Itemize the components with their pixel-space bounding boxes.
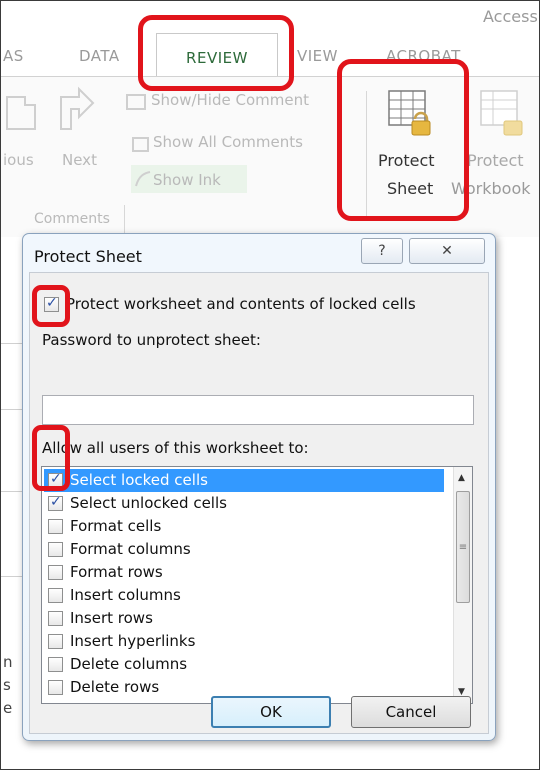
show-hide-comment-button[interactable]: Show/Hide Comment — [151, 91, 309, 109]
protect-worksheet-label[interactable]: Protect worksheet and contents of locked… — [66, 295, 416, 313]
permission-label: Select unlocked cells — [70, 494, 227, 512]
permission-label: Insert columns — [70, 586, 181, 604]
close-button[interactable]: ✕ — [409, 238, 485, 264]
cancel-button[interactable]: Cancel — [351, 696, 471, 728]
permission-label: Select locked cells — [70, 471, 208, 489]
tab-review[interactable]: REVIEW — [156, 33, 278, 77]
protect-workbook-icon[interactable] — [479, 87, 527, 137]
dialog-title: Protect Sheet — [34, 247, 142, 266]
group-separator — [124, 205, 125, 233]
row-gridline — [1, 491, 23, 492]
tab-acrobat[interactable]: ACROBAT — [386, 47, 461, 65]
list-item[interactable]: Insert rows — [44, 607, 444, 630]
protect-workbook-label-line2[interactable]: Workbook — [451, 179, 531, 198]
permission-label: Format cells — [70, 517, 162, 535]
list-item[interactable]: Delete columns — [44, 653, 444, 676]
permission-checkbox[interactable] — [48, 611, 63, 626]
permission-checkbox[interactable] — [48, 494, 63, 511]
list-item[interactable]: Select locked cells — [44, 469, 444, 492]
permission-label: Delete columns — [70, 655, 188, 673]
permission-label: Format rows — [70, 563, 163, 581]
show-all-comments-button[interactable]: Show All Comments — [153, 133, 303, 151]
sheet-fragment: e — [3, 699, 13, 717]
protect-sheet-label-line2[interactable]: Sheet — [387, 179, 433, 198]
permission-checkbox[interactable] — [48, 565, 63, 580]
sheet-fragment: n — [3, 653, 13, 671]
next-comment-icon[interactable] — [57, 85, 97, 131]
permission-checkbox[interactable] — [48, 542, 63, 557]
list-item[interactable]: Format columns — [44, 538, 444, 561]
permission-checkbox[interactable] — [48, 471, 63, 488]
permission-checkbox[interactable] — [48, 634, 63, 649]
group-separator — [366, 91, 367, 221]
tab-view[interactable]: VIEW — [297, 47, 338, 65]
list-item[interactable]: Insert hyperlinks — [44, 630, 444, 653]
next-comment-label[interactable]: Next — [62, 151, 97, 169]
permission-checkbox[interactable] — [48, 680, 63, 695]
permission-label: Delete rows — [70, 678, 160, 696]
protect-worksheet-checkbox[interactable] — [44, 295, 59, 312]
password-input[interactable] — [42, 395, 474, 425]
scroll-up-arrow-icon[interactable]: ▲ — [458, 473, 465, 483]
help-button[interactable]: ? — [361, 238, 403, 264]
row-gridline — [1, 576, 23, 577]
show-all-comments-icon — [132, 137, 149, 152]
list-scrollbar[interactable]: ▲ ≡ ▼ — [453, 467, 472, 703]
permission-label: Insert rows — [70, 609, 153, 627]
screenshot-frame: Access AS DATA REVIEW VIEW ACROBAT ious … — [0, 0, 540, 770]
dialog-content: Protect worksheet and contents of locked… — [29, 272, 489, 734]
list-item[interactable]: Insert columns — [44, 584, 444, 607]
list-item[interactable]: Format cells — [44, 515, 444, 538]
protect-sheet-label-line1[interactable]: Protect — [378, 151, 435, 170]
permission-checkbox[interactable] — [48, 519, 63, 534]
tab-data[interactable]: DATA — [79, 47, 120, 65]
previous-comment-icon[interactable] — [5, 91, 39, 131]
app-title: Access — [483, 7, 538, 26]
scroll-thumb[interactable]: ≡ — [456, 491, 470, 603]
allow-users-label: Allow all users of this worksheet to: — [42, 439, 309, 457]
previous-comment-label[interactable]: ious — [3, 151, 34, 169]
list-item[interactable]: Select unlocked cells — [44, 492, 444, 515]
permission-label: Insert hyperlinks — [70, 632, 196, 650]
protect-sheet-dialog: Protect Sheet ? ✕ Protect worksheet and … — [22, 233, 496, 741]
ink-icon — [135, 171, 151, 187]
tab-formulas-partial[interactable]: AS — [3, 47, 24, 65]
list-item[interactable]: Format rows — [44, 561, 444, 584]
comments-group-label: Comments — [34, 211, 110, 227]
protect-workbook-label-line1[interactable]: Protect — [467, 151, 524, 170]
help-icon: ? — [378, 243, 386, 259]
protect-sheet-icon[interactable] — [387, 87, 435, 137]
password-label: Password to unprotect sheet: — [42, 331, 261, 349]
permission-checkbox[interactable] — [48, 657, 63, 672]
permissions-list[interactable]: Select locked cells Select unlocked cell… — [41, 466, 473, 704]
row-gridline — [1, 409, 23, 410]
ok-button[interactable]: OK — [211, 696, 331, 728]
row-gridline — [1, 343, 23, 344]
close-icon: ✕ — [441, 243, 453, 259]
sheet-fragment: s — [3, 676, 11, 694]
show-ink-button[interactable]: Show Ink — [153, 171, 221, 189]
permission-checkbox[interactable] — [48, 588, 63, 603]
permission-label: Format columns — [70, 540, 191, 558]
show-hide-comment-icon — [126, 94, 146, 110]
